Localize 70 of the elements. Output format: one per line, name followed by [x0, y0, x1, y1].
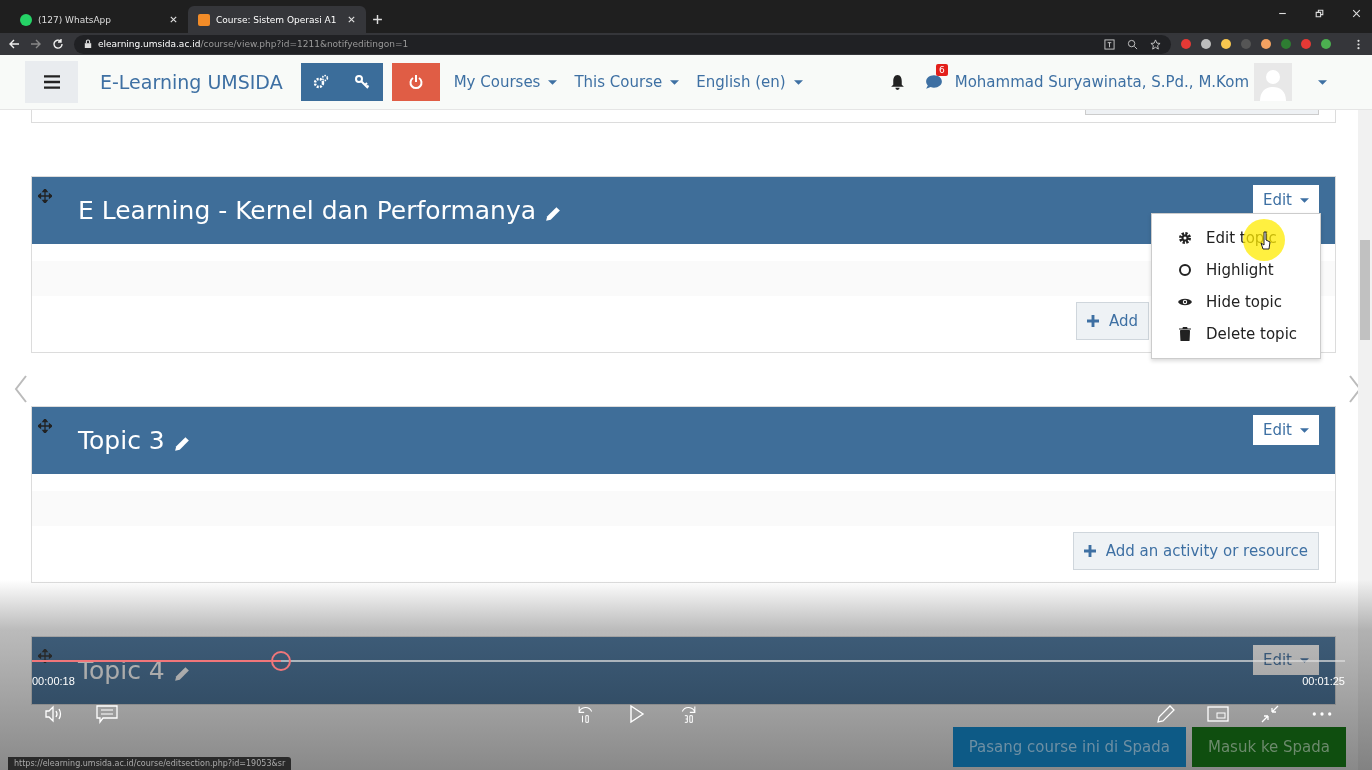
menu-item[interactable]: Hide topic: [1152, 286, 1320, 318]
forward-arrow-icon[interactable]: [30, 38, 42, 50]
status-url: https://elearning.umsida.ac.id/course/editsection.php?id=19053&sr: [8, 757, 292, 770]
section-title: Topic 3: [78, 428, 165, 453]
user-name[interactable]: Mohammad Suryawinata, S.Pd., M.Kom: [954, 73, 1249, 91]
caret-icon: [670, 79, 680, 85]
caret-icon: [1300, 197, 1309, 203]
gear-icon: [1178, 231, 1192, 245]
pencil-icon[interactable]: [545, 205, 562, 222]
move-icon[interactable]: [38, 649, 52, 663]
add-activity-button[interactable]: Add an activity or resource: [1072, 532, 1319, 570]
captions-icon[interactable]: [96, 704, 118, 724]
restore-icon[interactable]: [1314, 8, 1325, 19]
site-name[interactable]: E-Learning UMSIDA: [100, 71, 283, 93]
caret-icon: [1300, 657, 1309, 663]
admin-button[interactable]: [300, 63, 342, 101]
move-icon[interactable]: [38, 419, 52, 433]
back-arrow-icon[interactable]: [8, 38, 20, 50]
translate-icon[interactable]: [1104, 38, 1115, 50]
caret-icon: [548, 79, 558, 85]
circle-icon: [1178, 263, 1192, 277]
menu-item[interactable]: Delete topic: [1152, 318, 1320, 350]
favicon-icon: [198, 13, 210, 26]
gears-icon: [313, 74, 330, 90]
menu-icon: [43, 74, 60, 90]
browser-tab[interactable]: Course: Sistem Operasi A1: [188, 6, 366, 33]
section-title: E Learning - Kernel dan Performanya: [78, 198, 537, 223]
caret-icon: [1300, 427, 1309, 433]
chat-bubble-icon[interactable]: [924, 74, 943, 90]
address-field[interactable]: elearning.umsida.ac.id/course/view.php?id=1211&notifyeditingon=1: [74, 34, 1171, 54]
scrollbar-thumb[interactable]: [1360, 240, 1370, 340]
key-icon: [354, 74, 371, 90]
menu-button[interactable]: [25, 61, 78, 103]
pencil-icon[interactable]: [173, 665, 190, 682]
bell-icon[interactable]: [889, 73, 905, 91]
add-activity-button[interactable]: Add: [1075, 302, 1149, 340]
nav-menu[interactable]: English (en): [696, 73, 803, 91]
floating-button[interactable]: Masuk ke Spada: [1192, 727, 1346, 767]
favicon-icon: [20, 13, 32, 26]
lock-icon: [84, 39, 92, 49]
browser-tab[interactable]: (127) WhatsApp: [10, 6, 188, 33]
logout-button[interactable]: [391, 63, 440, 101]
move-icon[interactable]: [38, 189, 52, 203]
trash-icon: [1178, 327, 1192, 341]
reload-icon[interactable]: [52, 38, 64, 50]
edit-dropdown-button[interactable]: Edit: [1252, 415, 1319, 445]
nav-menu[interactable]: This Course: [574, 73, 680, 91]
menu-item[interactable]: Highlight: [1152, 254, 1320, 286]
pencil-icon[interactable]: [173, 435, 190, 452]
mini-player-icon[interactable]: [1207, 704, 1229, 724]
edit-dropdown-button[interactable]: Edit: [1252, 185, 1319, 215]
current-time: 00:00:18: [32, 675, 75, 687]
nav-menu[interactable]: My Courses: [453, 73, 558, 91]
zoom-icon[interactable]: [1127, 38, 1138, 50]
pencil-icon[interactable]: [1155, 704, 1177, 724]
star-icon[interactable]: [1150, 38, 1161, 50]
caret-icon: [793, 79, 803, 85]
exit-fullscreen-icon[interactable]: [1259, 704, 1281, 724]
message-count-badge: 6: [936, 64, 948, 76]
close-icon[interactable]: [347, 15, 356, 24]
plus-icon: [1083, 545, 1096, 557]
progress-handle[interactable]: [271, 651, 292, 671]
key-button[interactable]: [341, 63, 383, 101]
close-icon[interactable]: [1351, 8, 1362, 19]
power-icon: [407, 74, 424, 90]
caret-icon[interactable]: [1318, 79, 1327, 85]
close-icon[interactable]: [169, 15, 178, 24]
plus-icon: [1086, 315, 1099, 327]
edit-dropdown-button[interactable]: Edit: [1252, 645, 1319, 675]
new-tab-icon[interactable]: [372, 14, 383, 25]
